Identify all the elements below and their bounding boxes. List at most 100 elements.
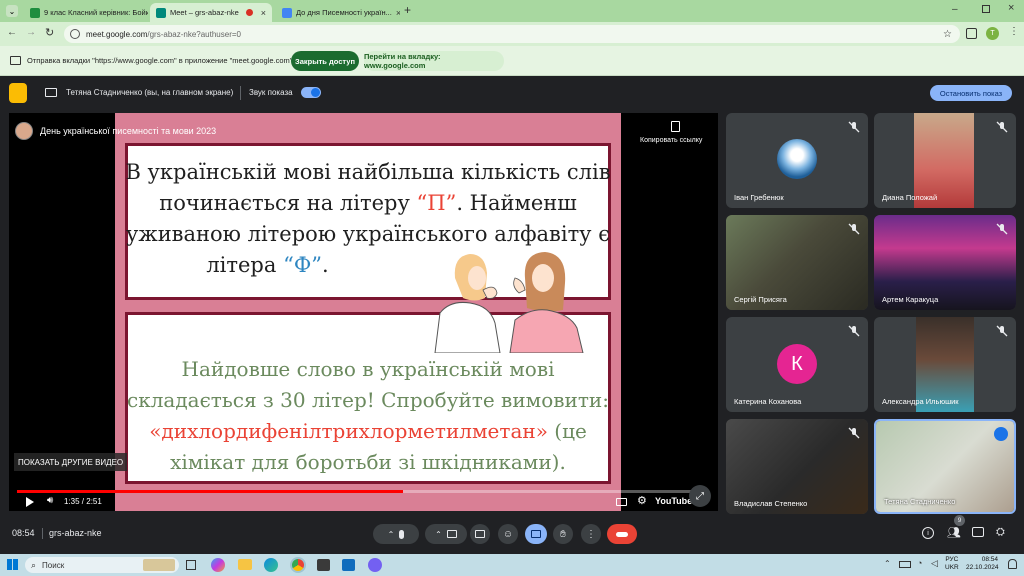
close-icon[interactable]: × <box>396 8 400 18</box>
edge-icon[interactable] <box>264 558 278 572</box>
reactions-button[interactable]: ☺ <box>498 524 518 544</box>
outlook-icon[interactable] <box>342 559 355 571</box>
task-view-icon[interactable] <box>186 560 196 570</box>
copy-link-icon[interactable] <box>671 121 680 132</box>
chrome-icon[interactable] <box>290 557 306 573</box>
participant-tile[interactable]: Сергій Присяга <box>726 215 868 310</box>
viber-icon[interactable] <box>368 558 382 572</box>
mic-off-icon <box>848 325 860 337</box>
back-icon[interactable]: ← <box>7 27 17 38</box>
present-screen-icon <box>531 530 541 538</box>
profile-avatar[interactable]: T <box>986 27 999 40</box>
taskbar-search-box[interactable]: ⌕ Поиск <box>25 557 179 573</box>
participant-tile[interactable]: Іван Гребенюк <box>726 113 868 208</box>
presentation-stage: В українській мові найбільша кількість с… <box>9 113 718 511</box>
windows-start-icon[interactable] <box>7 559 18 570</box>
mic-off-icon <box>996 325 1008 337</box>
participant-tile[interactable]: Александра Ильюшик <box>874 317 1016 412</box>
raise-hand-button[interactable]: ✋︎ <box>553 524 573 544</box>
subtitles-icon[interactable] <box>616 498 627 506</box>
cast-icon <box>10 56 21 65</box>
settings-icon[interactable]: ⚙ <box>637 494 647 507</box>
speaker-icon[interactable]: ◁ <box>931 558 938 569</box>
store-icon[interactable] <box>317 559 330 571</box>
youtube-logo[interactable]: YouTube <box>655 496 692 506</box>
more-options-button[interactable]: ⋮ <box>581 524 601 544</box>
video-title[interactable]: День української писемності та мови 2023 <box>40 126 216 136</box>
file-explorer-icon[interactable] <box>238 559 252 570</box>
tab-writing-day[interactable]: До дня Писемності україн... × <box>276 3 400 22</box>
slide-top-line-1: В українській мові найбільша кількість с… <box>125 160 611 184</box>
participant-name: Владислав Степенко <box>734 499 808 508</box>
more-videos-button[interactable]: ПОКАЗАТЬ ДРУГИЕ ВИДЕО <box>14 453 128 471</box>
captions-button[interactable] <box>470 524 490 544</box>
chat-icon[interactable] <box>972 527 984 537</box>
input-language[interactable]: РУС UKR <box>945 556 959 572</box>
stop-presenting-button[interactable]: Остановить показ <box>930 85 1012 101</box>
chevron-up-icon[interactable]: ⌃ <box>435 530 442 539</box>
participant-tile[interactable]: К Катерина Коханова <box>726 317 868 412</box>
restore-icon[interactable] <box>982 5 990 13</box>
search-icon: ⌕ <box>31 559 37 570</box>
chevron-up-icon[interactable]: ⌃ <box>388 530 395 539</box>
bookmark-star-icon[interactable]: ☆ <box>943 29 952 40</box>
activities-icon[interactable]: ⛭ <box>996 526 1005 539</box>
participant-name: Артем Каракуца <box>882 295 939 304</box>
leave-call-button[interactable] <box>607 524 637 544</box>
copilot-icon[interactable] <box>211 558 225 572</box>
camera-icon[interactable] <box>446 530 457 538</box>
notifications-icon[interactable] <box>1008 559 1017 569</box>
camera-toggle[interactable]: ⌃ <box>425 524 467 544</box>
google-classroom-icon <box>30 7 40 18</box>
browser-tab-strip: ⌄ 9 клас Класний керівник: Бойк... × Mee… <box>0 0 1024 22</box>
participant-name: Тетяна Стадниченко <box>884 497 956 506</box>
goto-tab-button[interactable]: Перейти на вкладку: www.google.com <box>364 51 504 71</box>
tab-search-icon[interactable]: ⌄ <box>6 5 18 17</box>
tab-class-teacher[interactable]: 9 клас Класний керівник: Бойк... × <box>24 3 148 22</box>
video-progress-fill <box>17 490 404 493</box>
people-count-badge: 9 <box>954 515 965 526</box>
new-tab-icon[interactable]: + <box>404 3 411 17</box>
video-progress-track[interactable] <box>17 490 707 493</box>
channel-avatar[interactable] <box>15 122 33 140</box>
present-icon <box>9 83 27 103</box>
address-bar[interactable]: meet.google.com/grs-abaz-nke?authuser=0 … <box>64 25 960 43</box>
expand-icon[interactable]: ⤢ <box>689 485 711 507</box>
forward-icon[interactable]: → <box>26 27 36 38</box>
volume-icon[interactable]: 🔊︎ <box>47 495 53 506</box>
participant-tile-self[interactable]: Тетяна Стадниченко <box>874 419 1016 514</box>
tab-meet[interactable]: Meet – grs-abaz-nke × <box>150 3 272 22</box>
hand-icon: ✋︎ <box>560 528 566 540</box>
play-icon[interactable] <box>26 497 34 507</box>
present-button[interactable] <box>525 524 547 544</box>
reload-icon[interactable]: ↻ <box>45 26 54 39</box>
wifi-icon[interactable]: ◔ <box>917 558 922 568</box>
mic-icon[interactable] <box>399 529 405 539</box>
participant-tile[interactable]: Владислав Степенко <box>726 419 868 514</box>
copy-link-label[interactable]: Копировать ссылку <box>640 137 702 144</box>
sound-label: Звук показа <box>249 88 293 97</box>
sidebar-icon[interactable] <box>966 28 977 39</box>
close-icon[interactable]: × <box>261 8 266 18</box>
people-icon[interactable]: 👥︎ <box>947 526 961 539</box>
participant-name: Александра Ильюшик <box>882 397 959 406</box>
sound-toggle[interactable] <box>301 87 321 98</box>
participant-name: Сергій Присяга <box>734 295 787 304</box>
system-clock[interactable]: 08:54 22.10.2024 <box>966 556 999 572</box>
window-close-icon[interactable]: × <box>1008 2 1014 14</box>
meeting-info-icon[interactable]: i <box>922 527 934 539</box>
mic-toggle[interactable]: ⌃ <box>373 524 419 544</box>
mic-off-icon <box>848 121 860 133</box>
mic-off-icon <box>848 223 860 235</box>
tab-title: До дня Писемності україн... <box>296 8 392 17</box>
meet-control-bar: 08:54 grs-abaz-nke ⌃ ⌃ ☺ ✋︎ ⋮ i 👥︎ 9 ⛭ <box>0 514 1024 552</box>
site-info-icon[interactable] <box>70 29 80 39</box>
close-access-button[interactable]: Закрыть доступ <box>291 51 359 71</box>
minimize-icon[interactable]: – <box>952 4 958 15</box>
participant-tile[interactable]: Артем Каракуца <box>874 215 1016 310</box>
woman-right <box>509 252 584 353</box>
participant-name: Катерина Коханова <box>734 397 802 406</box>
menu-kebab-icon[interactable]: ⋮ <box>1009 26 1019 37</box>
participant-tile[interactable]: Диана Положай <box>874 113 1016 208</box>
tray-chevron-icon[interactable]: ⌃ <box>884 559 891 568</box>
